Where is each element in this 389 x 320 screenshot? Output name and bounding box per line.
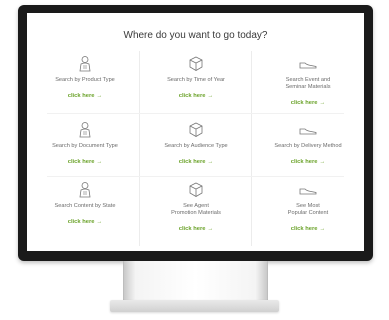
tile-label: Search Event and Seminar Materials <box>285 77 331 90</box>
tile-label: See Agent Promotion Materials <box>171 203 221 216</box>
tile-search-delivery-method: Search by Delivery Method click here → <box>253 121 363 183</box>
click-here-link[interactable]: click here → <box>291 226 326 232</box>
page-title: Where do you want to go today? <box>123 30 268 41</box>
click-here-link[interactable]: click here → <box>68 159 103 165</box>
tile-label: Search by Document Type <box>52 143 118 149</box>
tile-most-popular: See Most Popular Content click here → <box>253 181 363 243</box>
user-icon <box>79 182 91 198</box>
monitor-stand <box>123 261 268 305</box>
tile-search-document-type: Search by Document Type click here → <box>30 121 140 183</box>
tile-label: Search by Delivery Method <box>274 143 342 149</box>
screen: Where do you want to go today? Search by… <box>27 13 364 251</box>
tile-label: Search by Product Type <box>55 77 115 83</box>
cube-icon <box>189 182 203 197</box>
tile-label: Search Content by State <box>54 203 116 209</box>
tile-agent-promotion: See Agent Promotion Materials click here… <box>141 181 251 243</box>
click-here-link[interactable]: click here → <box>179 226 214 232</box>
tile-label: Search by Time of Year <box>167 77 225 83</box>
shoe-icon <box>299 128 317 135</box>
click-here-link[interactable]: click here → <box>291 159 326 165</box>
user-icon <box>79 122 91 138</box>
user-icon <box>79 56 91 72</box>
click-here-link[interactable]: click here → <box>68 93 103 99</box>
tile-search-event-seminar: Search Event and Seminar Materials click… <box>253 55 363 117</box>
tile-search-audience-type: Search by Audience Type click here → <box>141 121 251 183</box>
click-here-link[interactable]: click here → <box>68 219 103 225</box>
cube-icon <box>189 122 203 137</box>
click-here-link[interactable]: click here → <box>291 100 326 106</box>
shoe-icon <box>299 62 317 69</box>
monitor-base <box>110 300 279 312</box>
tile-search-product-type: Search by Product Type click here → <box>30 55 140 117</box>
tile-search-time-of-year: Search by Time of Year click here → <box>141 55 251 117</box>
shoe-icon <box>299 188 317 195</box>
monitor-frame: Where do you want to go today? Search by… <box>18 5 373 261</box>
click-here-link[interactable]: click here → <box>179 159 214 165</box>
tile-search-content-by-state: Search Content by State click here → <box>30 181 140 243</box>
click-here-link[interactable]: click here → <box>179 93 214 99</box>
cube-icon <box>189 56 203 71</box>
tile-label: See Most Popular Content <box>287 203 329 216</box>
divider <box>251 51 252 246</box>
tile-label: Search by Audience Type <box>164 143 228 149</box>
